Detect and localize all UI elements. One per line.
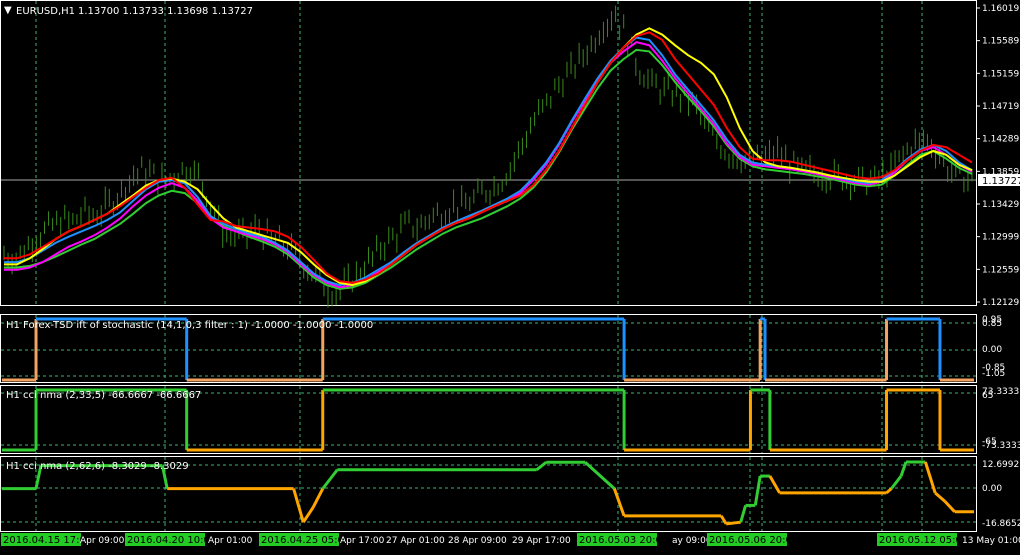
- stoch-axis-label: -1.05: [982, 369, 1005, 379]
- time-axis-label: 2016.05.12 05:00: [879, 535, 968, 546]
- price-axis-label: 1.15589: [982, 37, 1019, 47]
- cci2-axis-label: -16.8652: [982, 519, 1020, 529]
- cci2-segment: [885, 487, 893, 494]
- stoch-indicator-label: H1 Forex-TSD ift of stochastic (14,1,0,3…: [6, 320, 373, 331]
- time-axis-label: 13 May 01:00: [962, 536, 1020, 546]
- time-axis-label: 2016.04.25 05:00: [261, 535, 350, 546]
- price-pane-frame: [0, 0, 977, 306]
- ma-line-blue: [4, 36, 973, 287]
- price-axis: 1.160191.155891.151591.147191.142891.138…: [976, 4, 1019, 308]
- chart-canvas[interactable]: 0.950.850.00-0.85-1.0573.333365-65-73.33…: [0, 0, 1020, 551]
- cci2-segment: [311, 487, 325, 509]
- cci2-segment: [890, 475, 903, 490]
- ma-line-yellow: [4, 27, 973, 287]
- moving-averages: [4, 27, 973, 290]
- cci2-segment: [934, 491, 946, 503]
- price-axis-label: 1.12129: [982, 298, 1019, 308]
- cci2-segment: [899, 461, 908, 477]
- price-axis-label: 1.16019: [982, 4, 1019, 14]
- cci2-segment: [302, 506, 315, 524]
- time-axis-label: 28 Apr 09:00: [448, 536, 507, 546]
- price-axis-label: 1.12559: [982, 265, 1019, 275]
- cci1-axis-label: -73.3333: [982, 441, 1020, 451]
- time-axis-label: Apr 01:00: [208, 536, 253, 546]
- cci1-axis-label: 65: [982, 391, 993, 401]
- symbol-label: EURUSD,H1: [16, 6, 75, 17]
- chart-menu-arrow[interactable]: ▼: [4, 5, 12, 16]
- chart-window[interactable]: 0.95 0.85 0.00 -0.85 -1.05 73.3333 65 -65 -73.33…: [0, 0, 1020, 551]
- ma-line-magenta: [4, 41, 973, 289]
- price-axis-label: 1.13429: [982, 200, 1019, 210]
- cci2-segment: [753, 475, 762, 506]
- time-axis-label: Apr 17:00: [340, 536, 385, 546]
- stoch-axis-label: 0.00: [982, 345, 1002, 355]
- indicator-lines: 0.950.850.00-0.85-1.0573.333365-65-73.33…: [1, 315, 1020, 529]
- price-axis-label: 1.15159: [982, 69, 1019, 79]
- cci2-segment: [321, 468, 339, 490]
- stoch-axis-label: 0.85: [982, 319, 1002, 329]
- cci2-segment: [292, 488, 305, 523]
- current-price-value: 1.13727: [982, 176, 1020, 187]
- cci2-segment: [943, 500, 956, 513]
- time-axis-label: Apr 09:00: [80, 536, 125, 546]
- time-axis-label: 2016.05.03 20:00: [579, 535, 668, 546]
- cci-indicator-label-1: H1 cci nma (2,33,5) -66.6667 -66.6667: [6, 390, 201, 401]
- price-axis-label: 1.12999: [982, 233, 1019, 243]
- price-axis-label: 1.14289: [982, 135, 1019, 145]
- time-axis-label: 29 Apr 17:00: [512, 536, 571, 546]
- cci2-segment: [768, 475, 781, 494]
- time-axis-label: 27 Apr 01:00: [386, 536, 445, 546]
- cci-indicator-label-2: H1 cci nma (2,62,6) -8.3029 -8.3029: [6, 461, 189, 472]
- cci2-segment: [612, 488, 626, 517]
- price-axis-label: 1.14719: [982, 102, 1019, 112]
- ohlc-values: 1.13700 1.13733 1.13698 1.13727: [78, 6, 253, 17]
- cci2-segment: [725, 520, 741, 526]
- time-axis-label: 2016.04.20 10:00: [127, 535, 216, 546]
- candles: [3, 5, 973, 308]
- cci2-segment: [535, 461, 548, 471]
- cci2-axis-label: 12.6992: [982, 460, 1019, 470]
- cci2-axis-label: 0.00: [982, 484, 1002, 494]
- ma-line-red: [4, 31, 973, 284]
- cci2-segment: [739, 504, 748, 523]
- time-axis-label: ay 09:00: [672, 536, 712, 546]
- time-axis-label: 2016.05.06 20:00: [709, 535, 798, 546]
- time-axis-label: 2016.04.15 17:00: [3, 535, 92, 546]
- cci2-segment: [719, 515, 728, 525]
- cci2-segment: [584, 461, 616, 490]
- time-axis: 2016.04.15 17:00Apr 09:00 2016.04.20 10:0…: [1, 533, 1020, 546]
